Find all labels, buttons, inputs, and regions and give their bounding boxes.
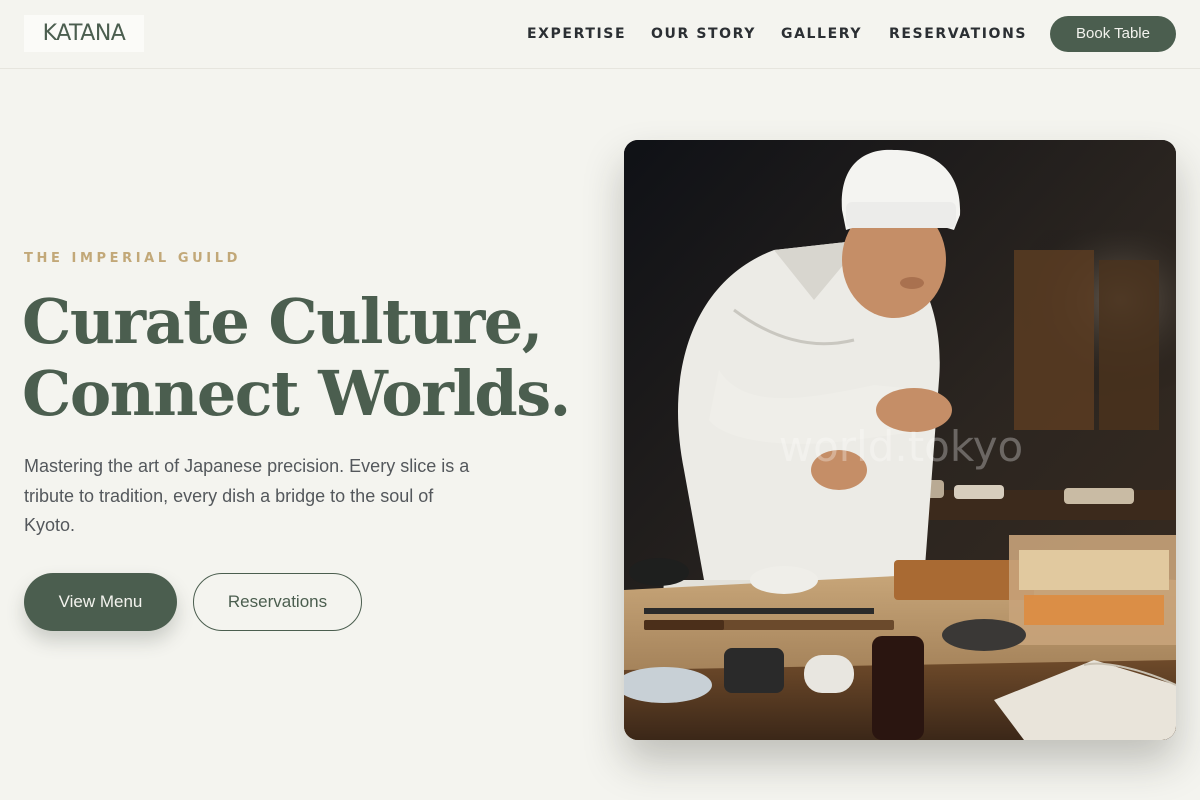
view-menu-button[interactable]: View Menu bbox=[24, 573, 177, 631]
hero-chef-photo: world.tokyo bbox=[624, 140, 1176, 740]
book-table-button[interactable]: Book Table bbox=[1050, 16, 1176, 52]
hero-subtext: Mastering the art of Japanese precision.… bbox=[24, 456, 470, 535]
headline-line-2: Connect Worlds. bbox=[22, 357, 571, 430]
brand-logo[interactable]: KATANA bbox=[24, 15, 144, 52]
hero-eyebrow: THE IMPERIAL GUILD bbox=[24, 251, 241, 266]
photo-watermark: world.tokyo bbox=[778, 422, 1024, 471]
reservations-button[interactable]: Reservations bbox=[193, 573, 362, 631]
nav-link-reservations[interactable]: RESERVATIONS bbox=[889, 24, 1027, 44]
nav-link-our-story[interactable]: OUR STORY bbox=[651, 24, 756, 44]
headline-line-1: Curate Culture, bbox=[22, 285, 543, 358]
nav-link-expertise[interactable]: EXPERTISE bbox=[527, 24, 626, 44]
nav-link-gallery[interactable]: GALLERY bbox=[781, 24, 862, 44]
site-header: KATANA EXPERTISE OUR STORY GALLERY RESER… bbox=[0, 0, 1200, 69]
hero-headline: Curate Culture, Connect Worlds. bbox=[22, 286, 612, 430]
